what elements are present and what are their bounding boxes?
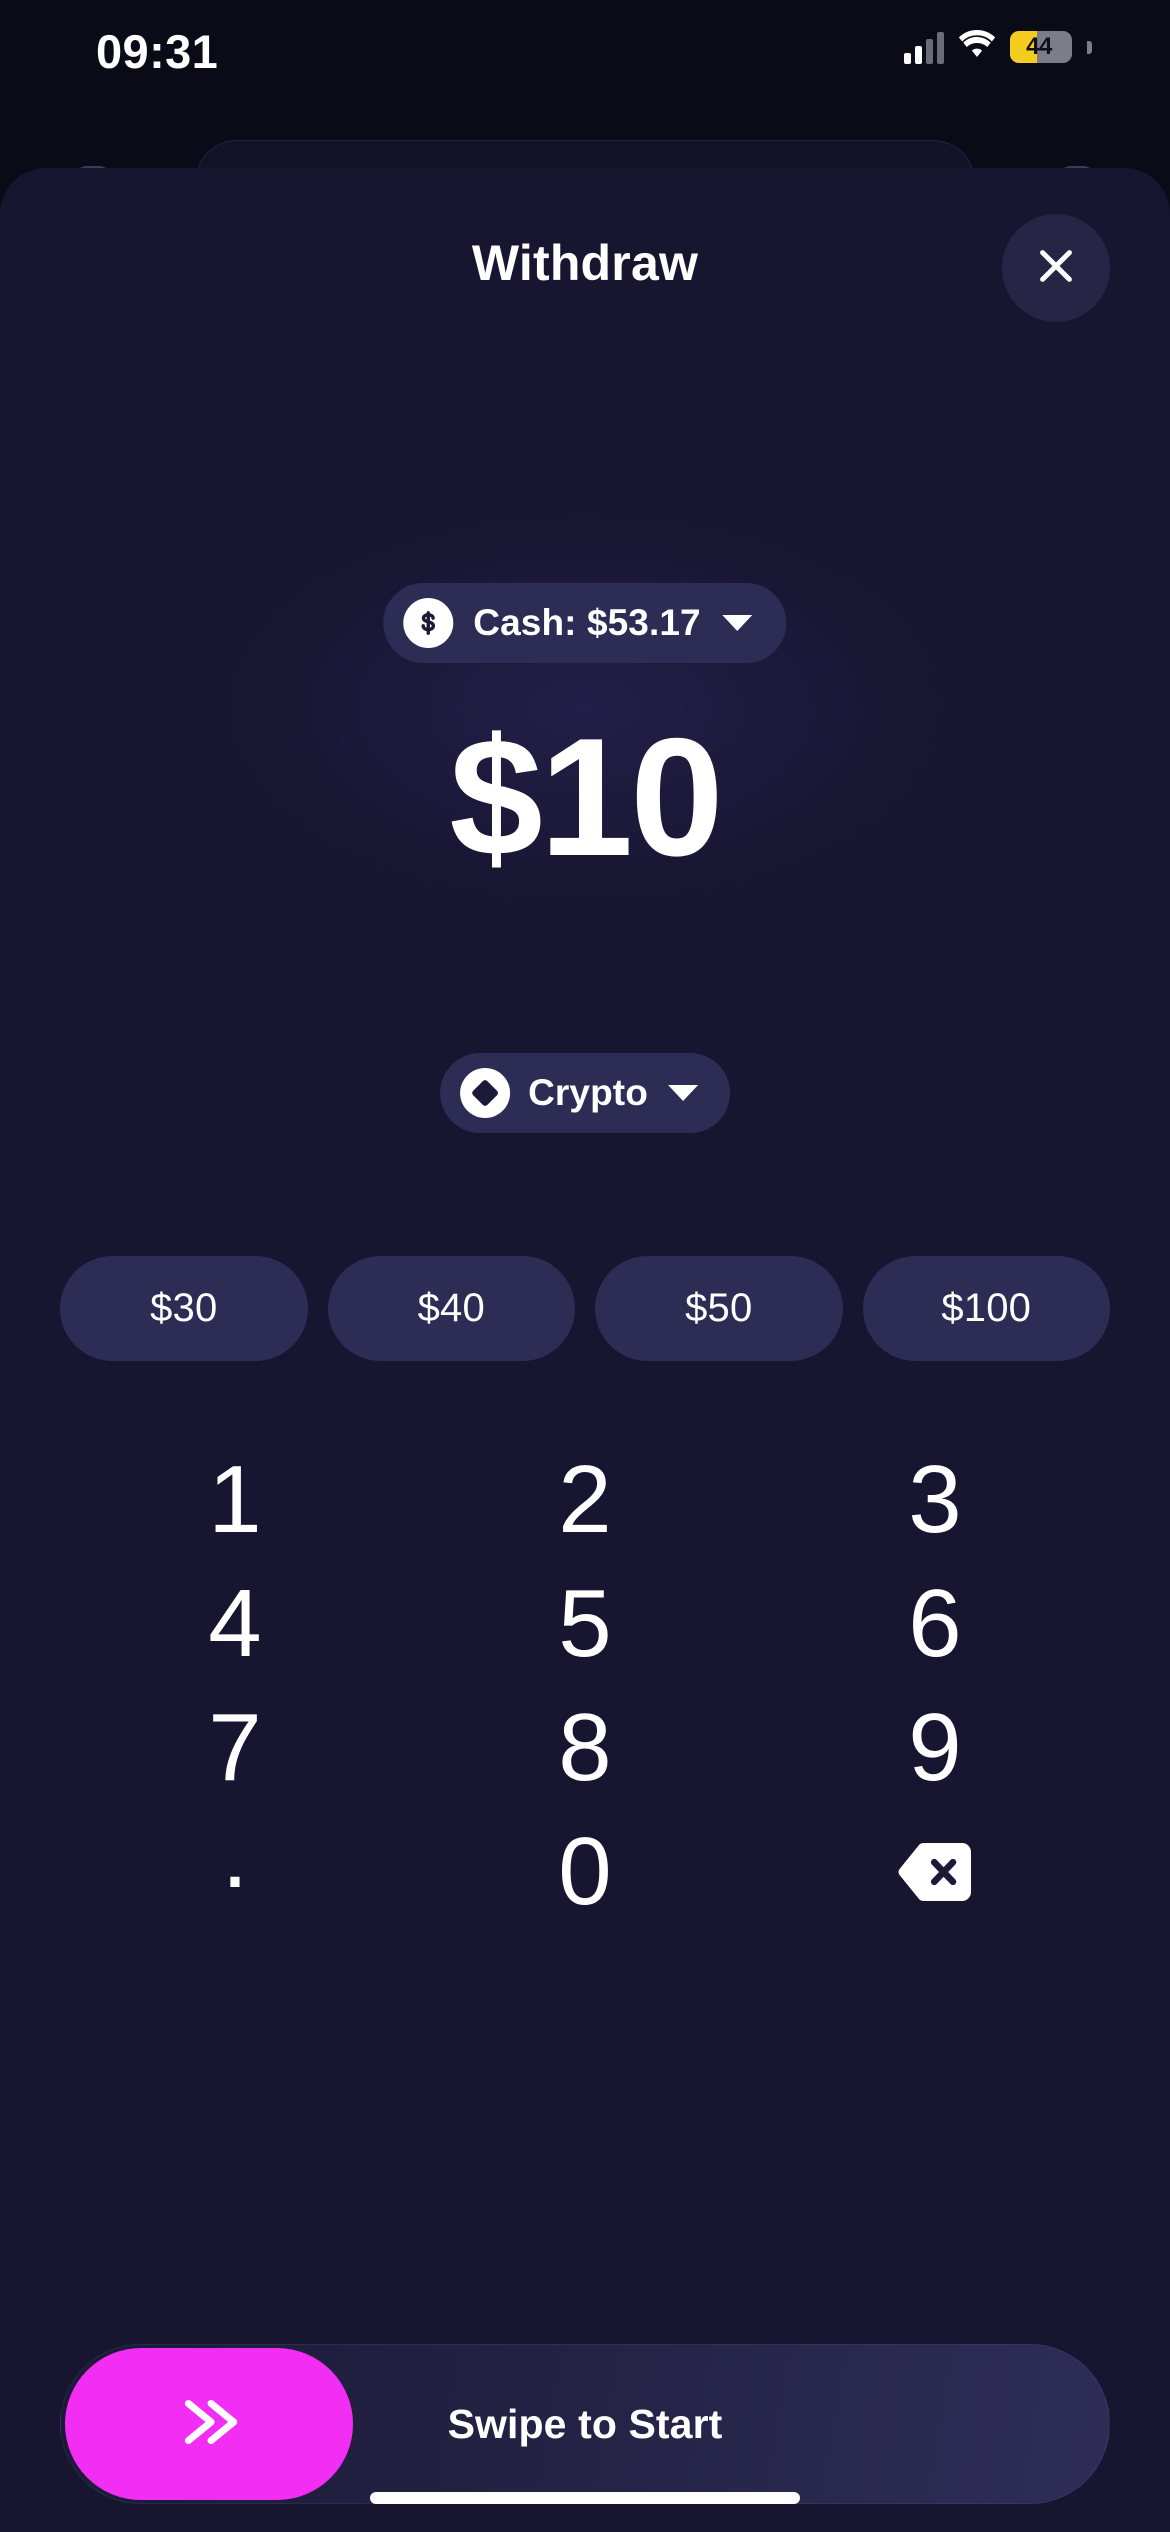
- numeric-keypad: 1 2 3 4 5 6 7 8 9 . 0: [60, 1438, 1110, 1934]
- quick-amount-chip-40[interactable]: $40: [327, 1256, 575, 1361]
- swipe-to-start-slider[interactable]: Swipe to Start: [60, 2344, 1110, 2504]
- keypad-key-3[interactable]: 3: [760, 1438, 1110, 1562]
- status-bar: 09:31 44: [0, 0, 1170, 100]
- keypad-key-decimal[interactable]: .: [60, 1807, 410, 1934]
- asset-selector[interactable]: Crypto: [440, 1053, 730, 1133]
- cellular-signal-icon: [904, 30, 944, 64]
- status-bar-clock: 09:31: [96, 25, 219, 78]
- home-indicator[interactable]: [370, 2492, 800, 2504]
- page-title: Withdraw: [471, 235, 699, 291]
- account-selector-label: Cash: $53.17: [473, 602, 701, 643]
- swipe-slider-thumb[interactable]: [65, 2348, 353, 2500]
- quick-amount-chips: $30 $40 $50 $100: [60, 1256, 1110, 1361]
- amount-display[interactable]: $10: [0, 713, 1170, 881]
- crypto-diamond-icon: [460, 1068, 511, 1118]
- keypad-key-1[interactable]: 1: [60, 1438, 410, 1562]
- double-chevron-right-icon: [174, 2393, 244, 2456]
- status-bar-indicators: 44: [904, 28, 1092, 66]
- chevron-down-icon: [722, 615, 753, 631]
- keypad-key-0[interactable]: 0: [410, 1810, 760, 1934]
- phone-screen: Withdraw Cash: $53.17 $10 Crypto $30 $40…: [0, 0, 1170, 2532]
- wifi-icon: [957, 28, 997, 66]
- chevron-down-icon: [667, 1085, 698, 1101]
- keypad-key-7[interactable]: 7: [60, 1686, 410, 1810]
- close-icon: [1033, 243, 1079, 294]
- dollar-coin-icon: [403, 598, 454, 648]
- close-button[interactable]: [1002, 214, 1110, 322]
- keypad-key-2[interactable]: 2: [410, 1438, 760, 1562]
- quick-amount-chip-50[interactable]: $50: [595, 1256, 843, 1361]
- quick-amount-chip-30[interactable]: $30: [60, 1256, 308, 1361]
- battery-percent-label: 44: [1026, 33, 1052, 60]
- keypad-key-backspace[interactable]: [760, 1810, 1110, 1934]
- withdraw-sheet: Withdraw Cash: $53.17 $10 Crypto $30 $40…: [0, 168, 1170, 2532]
- keypad-key-9[interactable]: 9: [760, 1686, 1110, 1810]
- asset-selector-label: Crypto: [528, 1072, 648, 1113]
- keypad-key-4[interactable]: 4: [60, 1562, 410, 1686]
- account-selector[interactable]: Cash: $53.17: [383, 583, 787, 663]
- keypad-key-5[interactable]: 5: [410, 1562, 760, 1686]
- backspace-icon: [897, 1841, 973, 1903]
- keypad-key-6[interactable]: 6: [760, 1562, 1110, 1686]
- quick-amount-chip-100[interactable]: $100: [862, 1256, 1110, 1361]
- battery-terminal-icon: [1087, 40, 1092, 54]
- keypad-key-8[interactable]: 8: [410, 1686, 760, 1810]
- battery-icon: 44: [1010, 31, 1072, 63]
